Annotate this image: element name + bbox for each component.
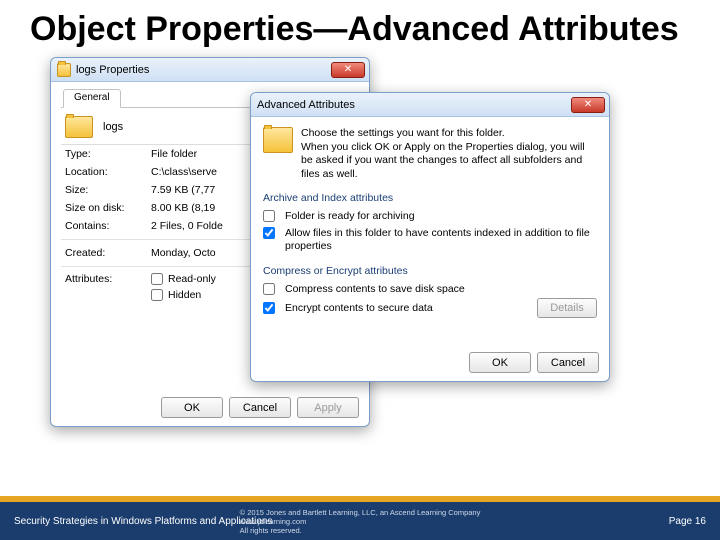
- hidden-label: Hidden: [168, 289, 201, 301]
- close-button[interactable]: ✕: [331, 62, 365, 78]
- group-compress-label: Compress or Encrypt attributes: [263, 265, 597, 277]
- ok-button[interactable]: OK: [161, 397, 223, 418]
- book-title: Security Strategies in Windows Platforms…: [14, 516, 272, 527]
- copyright-line-1: © 2015 Jones and Bartlett Learning, LLC,…: [240, 508, 481, 517]
- label-type: Type:: [65, 148, 151, 160]
- intro-line-2: When you click OK or Apply on the Proper…: [301, 141, 597, 182]
- folder-settings-icon: [263, 127, 293, 153]
- encrypt-label: Encrypt contents to secure data: [285, 302, 433, 315]
- intro-line-1: Choose the settings you want for this fo…: [301, 127, 597, 141]
- label-size-on-disk: Size on disk:: [65, 202, 151, 214]
- page-number: Page 16: [669, 516, 706, 527]
- compress-label: Compress contents to save disk space: [285, 283, 465, 296]
- advanced-intro-text: Choose the settings you want for this fo…: [301, 127, 597, 182]
- readonly-label: Read-only: [168, 273, 216, 285]
- encrypt-checkbox[interactable]: [263, 302, 275, 314]
- details-button[interactable]: Details: [537, 298, 597, 318]
- slide-title: Object Properties—Advanced Attributes: [0, 0, 720, 49]
- label-created: Created:: [65, 247, 151, 259]
- label-location: Location:: [65, 166, 151, 178]
- copyright-line-3: All rights reserved.: [240, 526, 481, 535]
- label-contains: Contains:: [65, 220, 151, 232]
- advanced-title: Advanced Attributes: [257, 99, 571, 111]
- group-archive-label: Archive and Index attributes: [263, 192, 597, 204]
- apply-button[interactable]: Apply: [297, 397, 359, 418]
- cancel-button[interactable]: Cancel: [537, 352, 599, 373]
- close-button[interactable]: ✕: [571, 97, 605, 113]
- ok-button[interactable]: OK: [469, 352, 531, 373]
- footer: Security Strategies in Windows Platforms…: [0, 496, 720, 540]
- label-size: Size:: [65, 184, 151, 196]
- archive-label: Folder is ready for archiving: [285, 210, 415, 223]
- advanced-body: Choose the settings you want for this fo…: [251, 117, 609, 326]
- index-label: Allow files in this folder to have conte…: [285, 227, 597, 253]
- group-archive: Folder is ready for archiving Allow file…: [263, 208, 597, 255]
- slide: Object Properties—Advanced Attributes lo…: [0, 0, 720, 540]
- tab-general[interactable]: General: [63, 89, 121, 108]
- copyright-line-2: www.jblearning.com: [240, 517, 481, 526]
- index-checkbox[interactable]: [263, 227, 275, 239]
- footer-bar: Security Strategies in Windows Platforms…: [0, 502, 720, 540]
- hidden-checkbox[interactable]: [151, 289, 163, 301]
- group-compress: Compress contents to save disk space Enc…: [263, 281, 597, 318]
- compress-checkbox[interactable]: [263, 283, 275, 295]
- cancel-button[interactable]: Cancel: [229, 397, 291, 418]
- advanced-titlebar[interactable]: Advanced Attributes ✕: [251, 93, 609, 117]
- footer-copyright: © 2015 Jones and Bartlett Learning, LLC,…: [240, 508, 481, 535]
- advanced-button-row: OK Cancel: [469, 352, 599, 373]
- folder-icon-large: [65, 116, 93, 138]
- archive-checkbox[interactable]: [263, 210, 275, 222]
- screenshot-area: logs Properties ✕ General Type:File fold…: [50, 57, 670, 437]
- advanced-intro: Choose the settings you want for this fo…: [263, 127, 597, 182]
- label-attributes: Attributes:: [65, 273, 151, 285]
- folder-icon: [57, 63, 71, 77]
- advanced-attributes-window: Advanced Attributes ✕ Choose the setting…: [250, 92, 610, 382]
- properties-title: logs Properties: [76, 64, 331, 76]
- properties-button-row: OK Cancel Apply: [161, 397, 359, 418]
- readonly-checkbox[interactable]: [151, 273, 163, 285]
- properties-titlebar[interactable]: logs Properties ✕: [51, 58, 369, 82]
